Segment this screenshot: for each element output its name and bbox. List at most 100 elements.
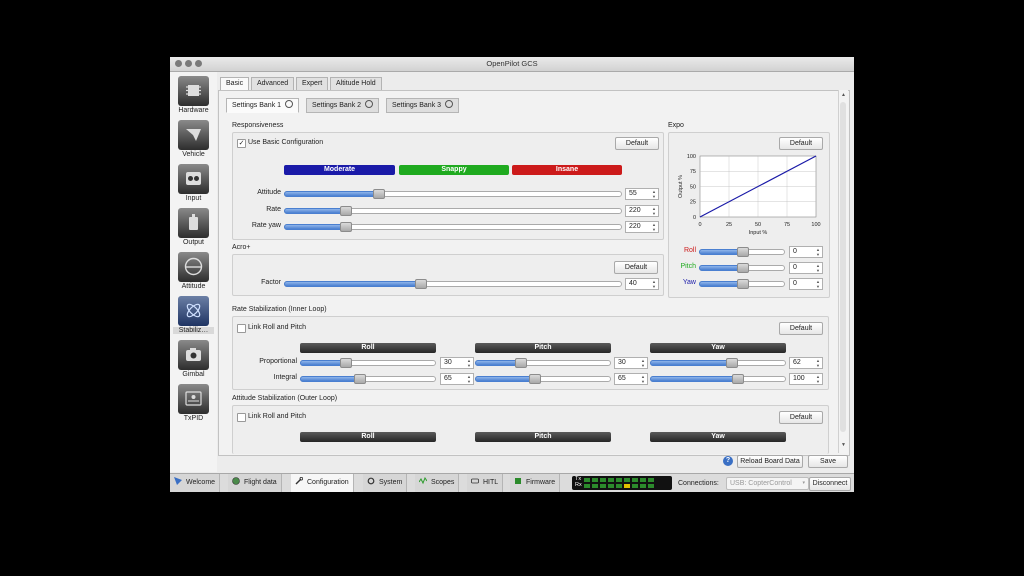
attitude-icon	[178, 252, 209, 282]
rate-stab-default-button[interactable]: Default	[779, 322, 823, 335]
slider-thumb[interactable]	[340, 358, 352, 368]
integral-roll-slider[interactable]	[300, 374, 436, 384]
slider-thumb[interactable]	[340, 222, 352, 232]
use-basic-checkbox[interactable]: ✓	[237, 139, 246, 148]
expo-pitch-slider[interactable]	[699, 263, 785, 273]
tab-settings-bank-3[interactable]: Settings Bank 3	[386, 98, 460, 113]
tab-expert[interactable]: Expert	[296, 77, 329, 91]
stepper-arrows-icon[interactable]: ▲ ▼	[640, 358, 646, 368]
tab-scopes[interactable]: Scopes	[415, 474, 460, 492]
tab-settings-bank-1[interactable]: Settings Bank 1	[226, 98, 300, 113]
proportional-roll-spinbox[interactable]: 30 ▲ ▼	[440, 357, 474, 369]
help-icon[interactable]: ?	[723, 456, 733, 466]
scroll-down-icon[interactable]: ▼	[840, 442, 847, 449]
rate-slider[interactable]	[284, 206, 622, 216]
tab-system[interactable]: System	[363, 474, 408, 492]
rate-link-roll-pitch-checkbox[interactable]	[237, 324, 246, 333]
stepper-arrows-icon[interactable]: ▲ ▼	[815, 247, 821, 257]
stepper-arrows-icon[interactable]: ▲ ▼	[651, 222, 657, 232]
attitude-slider[interactable]	[284, 189, 622, 199]
integral-roll-spinbox[interactable]: 65 ▲ ▼	[440, 373, 474, 385]
att-link-roll-pitch-checkbox[interactable]	[237, 413, 246, 422]
slider-thumb[interactable]	[415, 279, 427, 289]
reload-board-data-button[interactable]: Reload Board Data	[737, 455, 803, 468]
preset-insane-button[interactable]: Insane	[512, 165, 622, 175]
preset-snappy-button[interactable]: Snappy	[399, 165, 509, 175]
attitude-spinbox[interactable]: 55 ▲ ▼	[625, 188, 659, 200]
expo-ylabel: Output %	[678, 175, 684, 198]
responsiveness-default-button[interactable]: Default	[615, 137, 659, 150]
integral-yaw-slider[interactable]	[650, 374, 786, 384]
tab-basic[interactable]: Basic	[220, 77, 250, 91]
rate-spinbox[interactable]: 220 ▲ ▼	[625, 205, 659, 217]
stepper-arrows-icon[interactable]: ▲ ▼	[815, 374, 821, 384]
stepper-arrows-icon[interactable]: ▲ ▼	[651, 206, 657, 216]
sidebar-item-attitude[interactable]: Attitude	[173, 252, 214, 296]
disconnect-button[interactable]: Disconnect	[809, 477, 851, 491]
expo-default-button[interactable]: Default	[779, 137, 823, 150]
expo-roll-spinbox[interactable]: 0 ▲ ▼	[789, 246, 823, 258]
integral-yaw-spinbox[interactable]: 100 ▲ ▼	[789, 373, 823, 385]
sidebar-item-vehicle[interactable]: Vehicle	[173, 120, 214, 164]
scroll-up-icon[interactable]: ▲	[840, 92, 847, 99]
tab-firmware[interactable]: Firmware	[510, 474, 561, 492]
tab-configuration[interactable]: Configuration	[291, 474, 354, 492]
tab-welcome[interactable]: Welcome	[170, 474, 221, 492]
factor-spinbox[interactable]: 40 ▲ ▼	[625, 278, 659, 290]
rate-yaw-slider[interactable]	[284, 222, 622, 232]
tab-altitude-hold[interactable]: Altitude Hold	[330, 77, 382, 91]
sidebar: Hardware Vehicle Input Output Attitude S…	[170, 72, 217, 472]
stepper-arrows-icon[interactable]: ▲ ▼	[466, 358, 472, 368]
slider-thumb[interactable]	[726, 358, 738, 368]
connection-value: USB: CopterControl	[730, 480, 792, 487]
factor-slider[interactable]	[284, 279, 622, 289]
rate-yaw-header: Yaw	[650, 343, 786, 353]
sidebar-item-txpid[interactable]: TxPID	[173, 384, 214, 428]
sidebar-item-gimbal[interactable]: Gimbal	[173, 340, 214, 384]
stepper-arrows-icon[interactable]: ▲ ▼	[815, 279, 821, 289]
att-stab-default-button[interactable]: Default	[779, 411, 823, 424]
slider-thumb[interactable]	[737, 279, 749, 289]
slider-thumb[interactable]	[515, 358, 527, 368]
proportional-yaw-slider[interactable]	[650, 358, 786, 368]
stepper-arrows-icon[interactable]: ▲ ▼	[640, 374, 646, 384]
connection-select[interactable]: USB: CopterControl ▾	[726, 477, 809, 490]
rate-yaw-spinbox[interactable]: 220 ▲ ▼	[625, 221, 659, 233]
integral-pitch-spinbox[interactable]: 65 ▲ ▼	[614, 373, 648, 385]
sidebar-item-output[interactable]: Output	[173, 208, 214, 252]
tab-hitl[interactable]: HITL	[467, 474, 504, 492]
stepper-arrows-icon[interactable]: ▲ ▼	[651, 279, 657, 289]
tab-flight-data[interactable]: Flight data	[228, 474, 282, 492]
slider-thumb[interactable]	[529, 374, 541, 384]
proportional-yaw-spinbox[interactable]: 62 ▲ ▼	[789, 357, 823, 369]
expo-yaw-spinbox[interactable]: 0 ▲ ▼	[789, 278, 823, 290]
slider-thumb[interactable]	[737, 263, 749, 273]
expo-yaw-slider[interactable]	[699, 279, 785, 289]
sidebar-item-input[interactable]: Input	[173, 164, 214, 208]
slider-thumb[interactable]	[373, 189, 385, 199]
scroll-thumb[interactable]	[840, 102, 846, 432]
tab-advanced[interactable]: Advanced	[251, 77, 295, 91]
att-stab-title: Attitude Stabilization (Outer Loop)	[232, 395, 338, 402]
slider-thumb[interactable]	[737, 247, 749, 257]
sidebar-item-stabilization[interactable]: Stabiliz…	[173, 296, 214, 340]
stepper-arrows-icon[interactable]: ▲ ▼	[651, 189, 657, 199]
content-scrollbar[interactable]: ▲ ▼	[838, 90, 848, 453]
expo-roll-slider[interactable]	[699, 247, 785, 257]
proportional-roll-slider[interactable]	[300, 358, 436, 368]
proportional-pitch-spinbox[interactable]: 30 ▲ ▼	[614, 357, 648, 369]
stepper-arrows-icon[interactable]: ▲ ▼	[815, 263, 821, 273]
save-button[interactable]: Save	[808, 455, 848, 468]
preset-moderate-button[interactable]: Moderate	[284, 165, 395, 175]
slider-thumb[interactable]	[354, 374, 366, 384]
sidebar-item-hardware[interactable]: Hardware	[173, 76, 214, 120]
acro-default-button[interactable]: Default	[614, 261, 658, 274]
tab-settings-bank-2[interactable]: Settings Bank 2	[306, 98, 380, 113]
stepper-arrows-icon[interactable]: ▲ ▼	[466, 374, 472, 384]
expo-pitch-spinbox[interactable]: 0 ▲ ▼	[789, 262, 823, 274]
proportional-pitch-slider[interactable]	[475, 358, 611, 368]
slider-thumb[interactable]	[732, 374, 744, 384]
stepper-arrows-icon[interactable]: ▲ ▼	[815, 358, 821, 368]
slider-thumb[interactable]	[340, 206, 352, 216]
integral-pitch-slider[interactable]	[475, 374, 611, 384]
